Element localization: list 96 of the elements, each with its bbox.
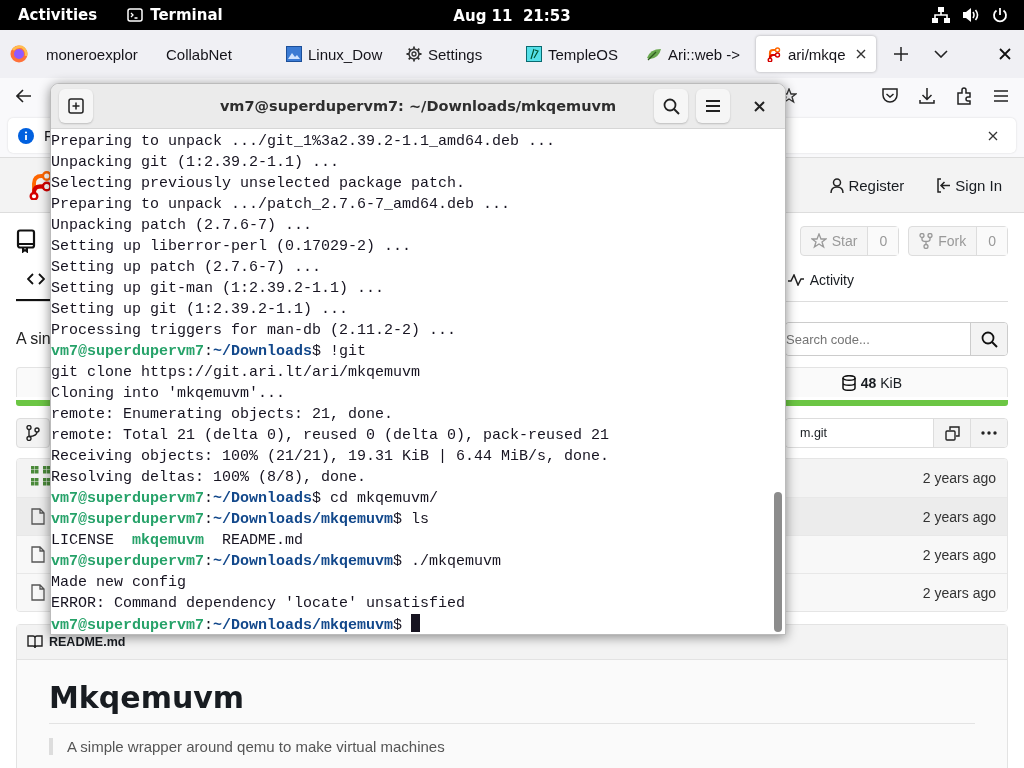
commit-time: 2 years ago [922, 546, 996, 563]
search-button[interactable] [654, 89, 688, 123]
file-icon [31, 508, 45, 525]
terminal-line: Resolving deltas: 100% (8/8), done. [51, 468, 367, 488]
browser-tab[interactable]: CollabNet [156, 36, 276, 72]
download-icon[interactable] [918, 86, 936, 105]
plus-icon[interactable] [894, 47, 908, 61]
app-menu[interactable]: Terminal [150, 6, 223, 24]
back-arrow-icon[interactable] [16, 88, 32, 103]
book-icon [27, 635, 43, 649]
network-icon[interactable] [932, 7, 950, 23]
new-tab-icon [68, 98, 84, 114]
commit-time: 2 years ago [922, 584, 996, 601]
browser-tab[interactable]: TempleOS [516, 36, 636, 72]
terminal-line: Selecting previously unselected package patch. [51, 174, 466, 194]
search-icon [662, 97, 680, 115]
terminal-line: Setting up git-man (1:2.39.2-1.1) ... [51, 279, 385, 299]
volume-icon[interactable] [962, 7, 980, 23]
branch-button[interactable] [16, 418, 50, 448]
activity-tab[interactable]: Activity [783, 260, 858, 300]
terminal-line: vm7@superdupervm7:~/Downloads/mkqemuvm$ ls [51, 510, 430, 530]
info-icon [18, 127, 34, 144]
terminal-line: Unpacking git (1:2.39.2-1.1) ... [51, 153, 340, 173]
close-icon[interactable] [999, 48, 1011, 60]
close-icon[interactable] [754, 100, 765, 112]
terminal-line: Receiving objects: 100% (21/21), 19.31 KiB | 6.44 MiB/s, done. [51, 447, 610, 467]
terminal-line: vm7@superdupervm7:~/Downloads/mkqemuvm$ ./mkqemuvm [51, 552, 502, 572]
terminal-line: Made new config [51, 573, 187, 593]
file-icon [31, 546, 45, 563]
branch-icon [26, 425, 40, 441]
terminal-line: Processing triggers for man-db (2.11.2-2) ... [51, 321, 457, 341]
terminal-line: Setting up git (1:2.39.2-1.1) ... [51, 300, 349, 320]
browser-tab[interactable]: Linux_Dow [276, 36, 396, 72]
browser-tab[interactable]: moneroexplor [36, 36, 156, 72]
star-icon [810, 233, 827, 249]
close-icon[interactable] [988, 130, 998, 141]
readme-quote: A simple wrapper around qemu to make virtual machines [67, 738, 445, 755]
terminal-icon [127, 8, 144, 22]
browser-tab[interactable]: ari/mkqe [756, 36, 876, 72]
search-icon [980, 330, 998, 348]
repository-icon [16, 229, 36, 253]
terminal-line: ERROR: Command dependency 'locate' unsatisfied [51, 594, 466, 614]
browser-tab[interactable]: Ari::web -> [636, 36, 756, 72]
clock[interactable]: Aug 11 21:53 [453, 7, 571, 25]
readme-title: Mkqemuvm [49, 680, 245, 715]
code-icon [27, 272, 45, 286]
terminal-line: git clone https://git.ari.lt/ari/mkqemuvm [51, 363, 421, 383]
search-field[interactable]: Search code... [785, 322, 1008, 356]
count: 0 [867, 227, 899, 255]
database-icon [841, 374, 856, 391]
terminal-line: vm7@superdupervm7:~/Downloads$ !git [51, 342, 367, 362]
person-icon [830, 177, 845, 193]
readme-filename: README.md [49, 635, 126, 649]
pocket-icon[interactable] [881, 86, 899, 105]
image-icon [286, 46, 302, 62]
browser-tab[interactable]: Settings [396, 36, 516, 72]
search-button[interactable] [970, 323, 1007, 355]
commit-time: 2 years ago [922, 470, 996, 486]
terminal-line: remote: Enumerating objects: 21, done. [51, 405, 394, 425]
close-icon[interactable] [856, 49, 866, 59]
terminal-line: Setting up patch (2.7.6-7) ... [51, 258, 322, 278]
menu-icon [705, 99, 721, 113]
sign-in-icon [936, 177, 952, 193]
terminal-dialog[interactable] [50, 83, 786, 635]
fork-icon [919, 233, 934, 249]
window-title: vm7@superdupervm7: ~/Downloads/mkqemuvm [219, 98, 617, 114]
forge-logo-icon[interactable] [28, 170, 52, 200]
repo-description: A sin [16, 330, 51, 348]
register-link[interactable]: Register [830, 176, 905, 194]
forge-icon [766, 46, 782, 62]
leaf-icon [646, 46, 662, 62]
terminal-line: vm7@superdupervm7:~/Downloads$ cd mkqemuvm/ [51, 489, 439, 509]
terminal-line: Preparing to unpack .../git_1%3a2.39.2-1.1_amd64.deb ... [51, 132, 556, 152]
commit-time: 2 years ago [922, 508, 996, 525]
terminal-line: remote: Total 21 (delta 0), reused 0 (delta 0), pack-reused 21 [51, 426, 610, 446]
terminal-line: Setting up liberror-perl (0.17029-2) ... [51, 237, 412, 257]
gear-icon [406, 46, 422, 62]
activities-button[interactable]: Activities [18, 6, 98, 24]
terminal-line: vm7@superdupervm7:~/Downloads/mkqemuvm$ [51, 614, 421, 634]
terminal-line: Unpacking patch (2.7.6-7) ... [51, 216, 313, 236]
browser-logo-icon[interactable] [10, 45, 28, 63]
chevron-down-icon[interactable] [934, 50, 948, 58]
count: 0 [976, 227, 1007, 255]
extensions-icon[interactable] [955, 86, 973, 105]
terminal-line: Cloning into 'mkqemuvm'... [51, 384, 286, 404]
file-icon [31, 584, 45, 601]
terminal-line: Preparing to unpack .../patch_2.7.6-7_amd64.deb ... [51, 195, 511, 215]
pulse-icon [787, 274, 804, 286]
sign-in-link[interactable]: Sign In [936, 176, 1002, 194]
new-tab-button[interactable] [59, 89, 93, 123]
page-icon [526, 46, 542, 62]
menu-button[interactable] [696, 89, 730, 123]
terminal-line: LICENSE mkqemuvm README.md [51, 531, 304, 551]
scrollbar[interactable] [774, 492, 782, 632]
power-icon[interactable] [992, 7, 1008, 23]
repo-size: 48 KiB [860, 374, 902, 391]
